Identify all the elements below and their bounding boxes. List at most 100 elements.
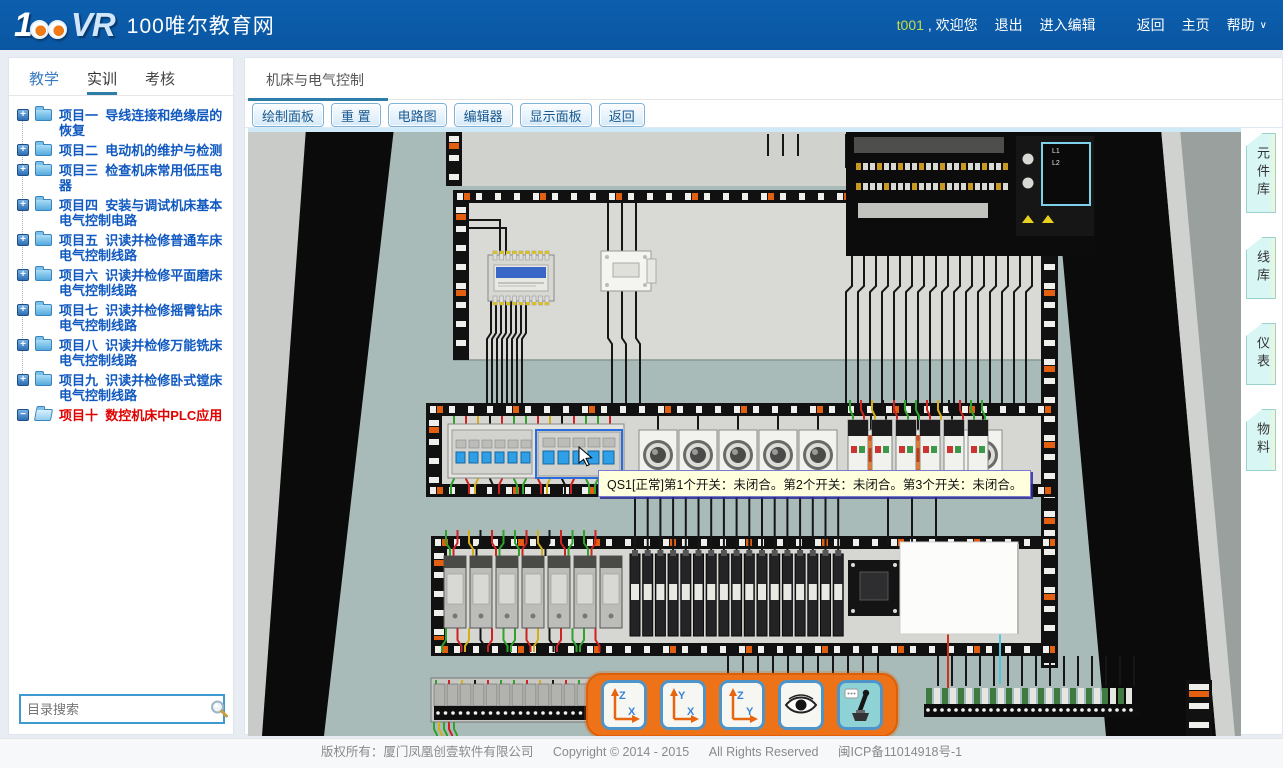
collapse-icon[interactable]: − [17,409,29,421]
catalog-search-box [19,694,225,724]
tree-item-project-5[interactable]: +项目五 识读并检修普通车床电气控制线路 [15,233,227,263]
content-tab-title[interactable]: 机床与电气控制 [266,70,364,90]
tree-item-project-9[interactable]: + 项目九 识读并检修卧式镗床电气控制线路 [15,373,227,403]
tab-component-library[interactable]: 元件库 [1246,133,1276,213]
expand-icon[interactable]: + [17,234,29,246]
editor-button[interactable]: 编辑器 [454,103,513,127]
search-icon[interactable] [209,699,229,719]
plc-l1-label: L1 [1052,148,1060,155]
folder-icon [35,109,52,121]
show-panel-button[interactable]: 显示面板 [520,103,592,127]
expand-icon[interactable]: + [17,164,29,176]
sidebar-tabs: 教学 实训 考核 [9,58,233,96]
header-nav: t001 , 欢迎您 退出 进入编辑 返回 主页 帮助 ∨ [897,15,1267,35]
plc-l2-label: L2 [1052,160,1060,167]
tree-item-project-1[interactable]: + 项目一 导线连接和绝缘层的恢复 [15,108,227,138]
project-tree: + 项目一 导线连接和绝缘层的恢复 + 项目二 电动机的维护与检测 +项目三 检查机… [9,96,233,423]
expand-icon[interactable]: + [17,374,29,386]
tree-item-label: 项目九 识读并检修卧式镗床电气控制线路 [59,373,222,403]
expand-icon[interactable]: + [17,199,29,211]
expand-icon[interactable]: + [17,109,29,121]
tab-training[interactable]: 实训 [87,68,117,95]
draw-panel-button[interactable]: 绘制面板 [252,103,324,127]
folder-icon [35,339,52,351]
footer-rights: All Rights Reserved [709,745,819,759]
tab-materials[interactable]: 物料 [1246,409,1276,471]
footer-owner: 版权所有：厦门凤凰创壹软件有限公司 [321,745,534,759]
main-panel: 机床与电气控制 绘制面板 重 置 电路图 编辑器 显示面板 返回 [244,57,1283,735]
reset-button[interactable]: 重 置 [331,103,381,127]
nav-logout[interactable]: 退出 [995,15,1023,35]
folder-icon [35,164,52,176]
return-button[interactable]: 返回 [599,103,645,127]
terminal-modules[interactable] [630,550,843,636]
folder-icon [35,199,52,211]
tree-item-project-2[interactable]: + 项目二 电动机的维护与检测 [15,143,227,158]
tree-item-label: 项目一 导线连接和绝缘层的恢复 [59,108,222,138]
tree-item-project-8[interactable]: +项目八 识读并检修万能铣床电气控制线路 [15,338,227,368]
nav-enter-edit[interactable]: 进入编辑 [1040,15,1096,35]
course-sidebar: 教学 实训 考核 + 项目一 导线连接和绝缘层的恢复 + 项目二 电动机的维护与检测… [8,57,234,735]
cabinet-3d-scene[interactable]: L1 L2 [248,128,1241,736]
username-link[interactable]: t001 [897,17,924,33]
tab-instruments[interactable]: 仪表 [1246,323,1276,385]
tree-item-project-7[interactable]: +项目七 识读并检修摇臂钻床电气控制线路 [15,303,227,333]
help-caret-icon[interactable]: ∨ [1260,20,1267,31]
tree-item-label: 项目二 电动机的维护与检测 [59,143,222,158]
tree-item-project-10-selected[interactable]: −项目十 数控机床中PLC应用 [15,408,227,423]
yx-axis-icon: Y X [666,686,700,724]
logo-vr: VR [71,6,115,44]
switch-lever-icon [843,686,877,724]
folder-icon [35,374,52,386]
library-tabs: 元件库 线库 仪表 物料 [1246,133,1276,471]
3d-viewport[interactable]: L1 L2 [248,128,1241,736]
junction-box[interactable] [848,560,900,616]
tab-teaching[interactable]: 教学 [29,68,59,95]
tab-wire-library[interactable]: 线库 [1246,237,1276,299]
site-name: 100唯尔教育网 [127,10,275,40]
circuit-diagram-button[interactable]: 电路图 [388,103,447,127]
open-folder-icon [34,409,53,421]
svg-text:Y: Y [678,690,686,702]
nav-back[interactable]: 返回 [1137,15,1165,35]
expand-icon[interactable]: + [17,269,29,281]
expand-icon[interactable]: + [17,339,29,351]
page-footer: 版权所有：厦门凤凰创壹软件有限公司 Copyright © 2014 - 201… [0,738,1283,768]
zx-axis-icon: Z X [607,686,641,724]
plc-unit[interactable]: L1 L2 [846,131,1096,256]
svg-text:X: X [687,706,695,718]
mouse-cursor [578,446,593,467]
search-input[interactable] [21,702,209,717]
content-tab-row: 机床与电气控制 [245,58,1282,100]
tree-item-label: 项目四 安装与调试机床基本电气控制电路 [59,198,222,228]
scene-toolbar: 绘制面板 重 置 电路图 编辑器 显示面板 返回 [245,100,1282,128]
svg-text:Y: Y [746,706,754,718]
view-yx-button[interactable]: Y X [660,680,706,730]
logo-one: 1 [14,6,31,45]
tree-item-label: 项目六 识读并检修平面磨床电气控制线路 [59,268,222,298]
expand-icon[interactable]: + [17,144,29,156]
control-transformer[interactable] [488,251,554,305]
switch-tool-button[interactable] [837,680,883,730]
expand-icon[interactable]: + [17,304,29,316]
svg-text:Z: Z [619,690,626,702]
nav-help[interactable]: 帮助 [1227,15,1255,35]
view-eye-button[interactable] [778,680,824,730]
tab-assessment[interactable]: 考核 [145,68,175,95]
tree-item-project-4[interactable]: + 项目四 安装与调试机床基本电气控制电路 [15,198,227,228]
relay-row[interactable] [444,556,622,628]
tree-item-project-3[interactable]: +项目三 检查机床常用低压电器 [15,163,227,193]
nav-home[interactable]: 主页 [1182,15,1210,35]
svg-text:Z: Z [737,690,744,702]
folder-icon [35,144,52,156]
tree-item-project-6[interactable]: + 项目六 识读并检修平面磨床电气控制线路 [15,268,227,298]
logo-eye-icon [48,20,67,39]
folder-icon [35,304,52,316]
upper-contactor[interactable] [601,251,656,291]
footer-copyright: Copyright © 2014 - 2015 [553,745,689,759]
site-logo[interactable]: 1 VR [14,6,115,45]
view-zx-button[interactable]: Z X [601,680,647,730]
view-zy-button[interactable]: Z Y [719,680,765,730]
logo-eye-icon [30,20,49,39]
power-supply: L1 L2 [1016,136,1094,236]
